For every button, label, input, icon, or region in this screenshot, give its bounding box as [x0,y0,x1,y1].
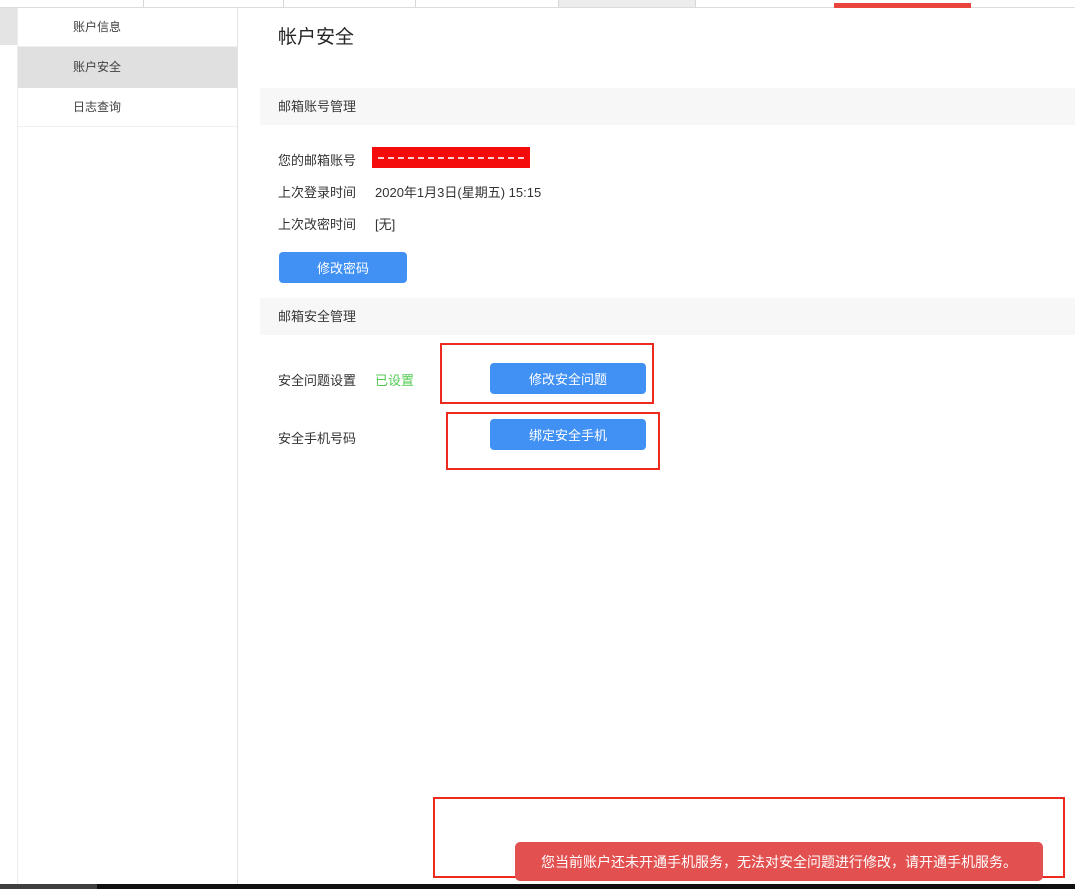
redaction-strike-line [378,157,524,159]
sidebar: 账户信息 账户安全 日志查询 [18,8,238,884]
last-password-change-label: 上次改密时间 [278,214,356,233]
active-tab-underline [834,3,971,8]
bottom-edge-bar-left [0,884,97,889]
sidebar-item-account-security[interactable]: 账户安全 [18,47,237,88]
section-header-mailbox-account: 邮箱账号管理 [260,88,1075,125]
sidebar-item-log-query[interactable]: 日志查询 [18,88,237,127]
section-header-mailbox-security: 邮箱安全管理 [260,298,1075,335]
email-account-label: 您的邮箱账号 [278,150,356,169]
security-phone-label: 安全手机号码 [278,428,356,447]
last-password-change-value: [无] [375,214,395,233]
change-password-button[interactable]: 修改密码 [279,252,407,283]
toast-message: 您当前账户还未开通手机服务，无法对安全问题进行修改，请开通手机服务。 [515,842,1043,881]
left-rail-box [0,8,17,45]
change-security-question-button[interactable]: 修改安全问题 [490,363,646,394]
last-login-label: 上次登录时间 [278,182,356,201]
bottom-edge-bar-right [97,884,1075,889]
security-question-status: 已设置 [375,370,414,389]
tab-separator [143,0,144,7]
top-tab-strip [0,0,1075,8]
tab-highlight [559,0,695,7]
email-redaction-box [372,147,530,168]
tab-separator [415,0,416,7]
bind-security-phone-button[interactable]: 绑定安全手机 [490,419,646,450]
last-login-value: 2020年1月3日(星期五) 15:15 [375,182,541,201]
tab-separator [283,0,284,7]
sidebar-item-account-info[interactable]: 账户信息 [18,8,237,47]
security-question-label: 安全问题设置 [278,370,356,389]
tab-separator [695,0,696,7]
page-title: 帐户安全 [278,22,354,49]
